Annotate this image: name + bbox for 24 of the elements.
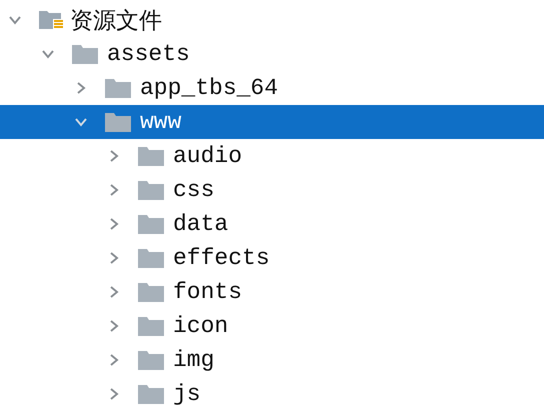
folder-icon <box>137 349 165 371</box>
folder-icon <box>137 213 165 235</box>
tree-item-label[interactable]: data <box>173 211 228 237</box>
folder-icon <box>137 383 165 405</box>
resource-folder-icon <box>38 9 66 31</box>
tree-item-label[interactable]: fonts <box>173 279 242 305</box>
tree-item-label[interactable]: effects <box>173 245 270 271</box>
tree-item-label[interactable]: 资源文件 <box>70 4 162 36</box>
tree-item-label[interactable]: app_tbs_64 <box>140 75 278 101</box>
tree-item-label[interactable]: audio <box>173 143 242 169</box>
tree-item-label[interactable]: www <box>140 109 182 135</box>
folder-icon <box>137 145 165 167</box>
folder-icon <box>104 111 132 133</box>
tree-item-label[interactable]: assets <box>107 41 190 67</box>
folder-icon <box>71 43 99 65</box>
tree-item-label[interactable]: img <box>173 347 214 373</box>
tree-item-label[interactable]: icon <box>173 313 228 339</box>
folder-icon <box>137 247 165 269</box>
folder-icon <box>137 179 165 201</box>
folder-icon <box>104 77 132 99</box>
folder-icon <box>137 281 165 303</box>
tree-item-label[interactable]: css <box>173 177 214 203</box>
folder-icon <box>137 315 165 337</box>
tree-item-label[interactable]: js <box>173 381 201 407</box>
